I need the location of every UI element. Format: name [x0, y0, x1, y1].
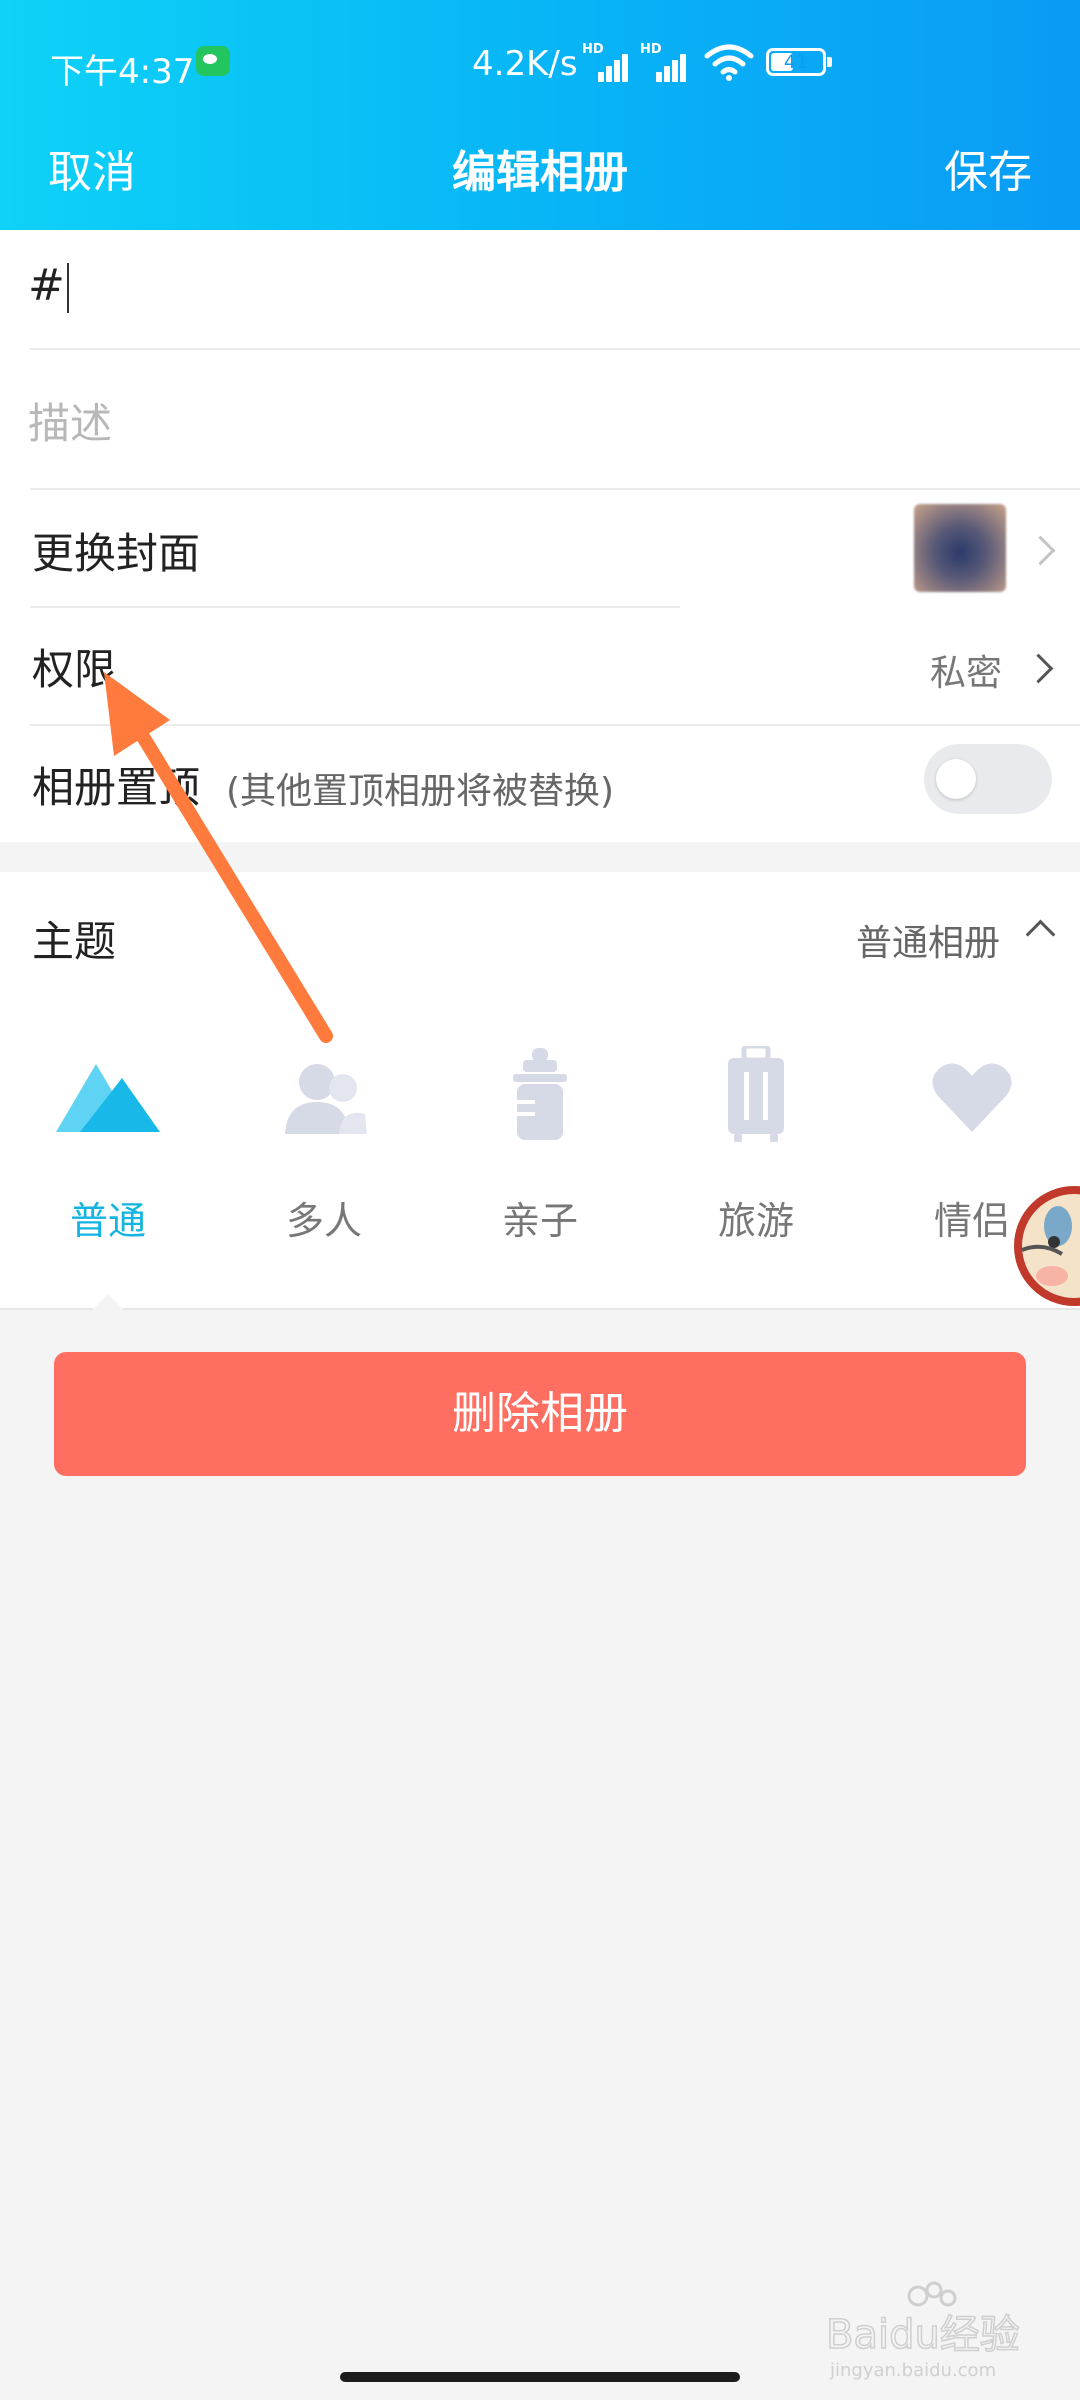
pin-album-toggle[interactable]: [924, 744, 1052, 814]
signal-hd-label: HD: [582, 42, 604, 57]
selection-pointer: [92, 1294, 124, 1310]
annotation-arrow-icon: [104, 672, 333, 1043]
theme-option-normal[interactable]: 普通: [28, 1040, 188, 1243]
theme-option-group[interactable]: 多人: [244, 1040, 404, 1243]
heart-icon: [932, 1063, 1012, 1132]
baidu-paw-logo-icon: Baidu经验 jingyan.baidu.com: [825, 2281, 1021, 2381]
theme-option-label: 普通: [69, 1199, 146, 1243]
theme-option-travel[interactable]: 旅游: [676, 1040, 836, 1243]
signal-hd-label-2: HD: [640, 42, 662, 57]
people-icon: [285, 1064, 367, 1134]
floating-mascot-icon[interactable]: [1012, 1180, 1080, 1312]
chevron-up-icon: [1025, 919, 1056, 950]
permission-value: 私密: [930, 653, 1003, 694]
svg-text:jingyan.baidu.com: jingyan.baidu.com: [829, 2360, 996, 2381]
svg-text:Baidu经验: Baidu经验: [826, 2312, 1020, 2358]
change-cover-row[interactable]: 更换封面: [0, 490, 1080, 606]
page-title: 编辑相册: [452, 147, 628, 198]
text-cursor: [66, 263, 69, 313]
theme-value: 普通相册: [856, 923, 1001, 964]
wechat-icon: [196, 46, 230, 76]
battery-icon: 41: [766, 48, 832, 76]
theme-option-label: 多人: [285, 1199, 362, 1243]
app-header: 下午4:37 4.2K/s HD HD 41 取消 编辑相册 保存: [0, 0, 1080, 230]
divider: [30, 348, 1080, 350]
baby-bottle-icon: [513, 1048, 567, 1140]
cover-thumbnail: [914, 504, 1006, 592]
album-name-input[interactable]: #: [28, 260, 69, 313]
home-indicator[interactable]: [340, 2372, 740, 2382]
chevron-right-icon: [1025, 535, 1056, 566]
network-speed: 4.2K/s: [472, 44, 578, 84]
description-input[interactable]: 描述: [28, 390, 112, 451]
signal-icon-2: HD: [640, 42, 686, 82]
battery-level: 41: [783, 51, 809, 73]
theme-option-couple[interactable]: 情侣: [892, 1040, 1052, 1243]
status-bar: 下午4:37 4.2K/s HD HD 41: [0, 38, 1080, 92]
change-cover-label: 更换封面: [32, 529, 201, 578]
signal-icon: HD: [582, 42, 628, 82]
nav-bar: 取消 编辑相册 保存: [0, 130, 1080, 200]
chevron-right-icon: [1023, 653, 1054, 684]
theme-option-label: 旅游: [717, 1199, 794, 1243]
theme-option-family[interactable]: 亲子: [460, 1040, 620, 1243]
album-name-value: #: [28, 260, 65, 311]
save-button[interactable]: 保存: [944, 136, 1032, 200]
divider: [0, 1308, 1080, 1310]
wifi-icon: [704, 44, 754, 81]
baidu-jingyan-watermark: Baidu经验 jingyan.baidu.com: [825, 2276, 1026, 2386]
theme-option-label: 亲子: [501, 1199, 578, 1243]
status-time: 下午4:37: [50, 52, 195, 92]
delete-album-button[interactable]: 删除相册: [54, 1352, 1026, 1476]
mountain-icon: [56, 1064, 160, 1132]
suitcase-icon: [728, 1043, 784, 1142]
